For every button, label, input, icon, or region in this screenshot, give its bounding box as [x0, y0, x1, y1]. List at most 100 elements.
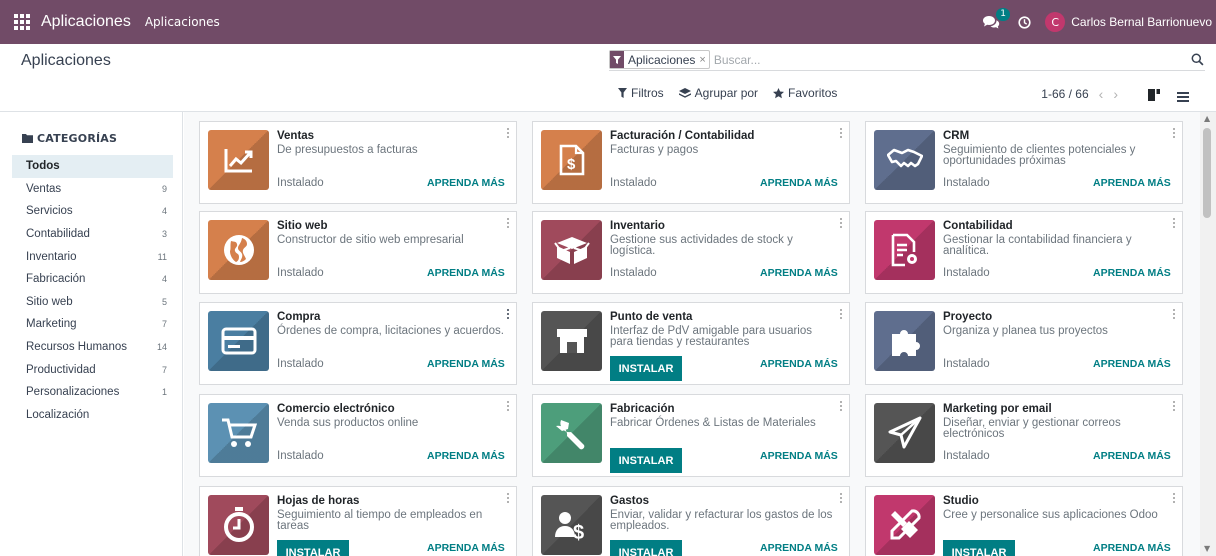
user-avatar[interactable]: C [1045, 12, 1066, 32]
app-card[interactable]: $ Gastos Enviar, validar y refacturar los … [532, 486, 850, 556]
category-item-11[interactable]: Localización [12, 404, 173, 427]
learn-more-link[interactable]: APRENDA MÁS [427, 542, 505, 554]
category-count: 11 [157, 251, 167, 262]
category-count: 1 [161, 387, 167, 398]
card-menu-icon[interactable] [507, 401, 510, 413]
category-item-3[interactable]: Contabilidad 3 [12, 223, 173, 246]
category-count: 7 [161, 364, 167, 375]
learn-more-link[interactable]: APRENDA MÁS [1093, 358, 1171, 370]
app-card[interactable]: Punto de venta Interfaz de PdV amigable p… [532, 302, 850, 385]
app-card[interactable]: Fabricación Fabricar Órdenes & Listas de … [532, 394, 850, 477]
card-menu-icon[interactable] [1173, 128, 1176, 140]
folder-icon [22, 134, 33, 143]
card-menu-icon[interactable] [1173, 401, 1176, 413]
learn-more-link[interactable]: APRENDA MÁS [427, 267, 505, 279]
category-item-7[interactable]: Marketing 7 [12, 313, 173, 336]
activity-clock-icon[interactable] [1018, 15, 1031, 29]
category-list: Todos Ventas 9 Servicios 4 Contabilidad 3 Inven… [12, 155, 173, 426]
nav-menu-aplicaciones[interactable]: Aplicaciones [145, 15, 220, 29]
app-card[interactable]: Comercio electrónico Venda sus productos … [199, 394, 517, 477]
category-item-9[interactable]: Productividad 7 [12, 358, 173, 381]
learn-more-link[interactable]: APRENDA MÁS [760, 358, 838, 370]
card-menu-icon[interactable] [1173, 309, 1176, 321]
card-menu-icon[interactable] [507, 493, 510, 505]
card-menu-icon[interactable] [1173, 218, 1176, 230]
pager-value[interactable]: 1-66 / 66 [1041, 87, 1088, 101]
pager-next-icon[interactable]: › [1113, 86, 1118, 102]
learn-more-link[interactable]: APRENDA MÁS [427, 450, 505, 462]
app-card[interactable]: Hojas de horas Seguimiento al tiempo de e… [199, 486, 517, 556]
page-title: Aplicaciones [21, 52, 111, 69]
card-menu-icon[interactable] [507, 218, 510, 230]
app-description: Organiza y planea tus proyectos [943, 325, 1108, 337]
app-card[interactable]: Proyecto Organiza y planea tus proyectos I… [865, 302, 1183, 385]
category-item-0[interactable]: Todos [12, 155, 173, 178]
install-button[interactable]: INSTALAR [277, 540, 349, 556]
app-name: Gastos [610, 495, 649, 507]
category-item-10[interactable]: Personalizaciones 1 [12, 381, 173, 404]
filter-icon [618, 88, 627, 98]
filters-button[interactable]: Filtros [618, 86, 664, 100]
search-icon[interactable] [1191, 51, 1204, 70]
app-card[interactable]: $ Facturación / Contabilidad Facturas y pa… [532, 121, 850, 204]
app-card[interactable]: Contabilidad Gestionar la contabilidad fi… [865, 211, 1183, 294]
category-label: Inventario [26, 250, 77, 263]
scroll-down-icon[interactable]: ▼ [1204, 544, 1210, 553]
learn-more-link[interactable]: APRENDA MÁS [1093, 542, 1171, 554]
card-menu-icon[interactable] [840, 401, 843, 413]
install-button[interactable]: INSTALAR [610, 540, 682, 556]
category-count: 14 [156, 342, 167, 353]
learn-more-link[interactable]: APRENDA MÁS [1093, 267, 1171, 279]
learn-more-link[interactable]: APRENDA MÁS [760, 542, 838, 554]
scroll-up-icon[interactable]: ▲ [1204, 114, 1210, 123]
facet-remove-icon[interactable]: × [699, 54, 708, 66]
app-card[interactable]: Compra Órdenes de compra, licitaciones y … [199, 302, 517, 385]
app-card[interactable]: Ventas De presupuestos a facturas Instalad… [199, 121, 517, 204]
messaging-button[interactable]: 1 [982, 8, 1010, 29]
favorites-button[interactable]: Favoritos [773, 86, 837, 100]
vertical-scrollbar[interactable]: ▲ ▼ [1200, 112, 1216, 556]
group-by-button[interactable]: Agrupar por [678, 86, 758, 100]
current-app-title[interactable]: Aplicaciones [41, 13, 131, 31]
card-menu-icon[interactable] [840, 218, 843, 230]
learn-more-link[interactable]: APRENDA MÁS [760, 450, 838, 462]
installed-status: Instalado [943, 358, 990, 370]
learn-more-link[interactable]: APRENDA MÁS [1093, 177, 1171, 189]
search-input[interactable] [713, 52, 1194, 67]
card-menu-icon[interactable] [840, 309, 843, 321]
install-button[interactable]: INSTALAR [610, 448, 682, 473]
category-item-2[interactable]: Servicios 4 [12, 200, 173, 223]
category-item-6[interactable]: Sitio web 5 [12, 291, 173, 314]
kanban-view-icon[interactable] [1148, 86, 1160, 105]
app-card[interactable]: CRM Seguimiento de clientes potenciales y… [865, 121, 1183, 204]
learn-more-link[interactable]: APRENDA MÁS [427, 358, 505, 370]
category-item-4[interactable]: Inventario 11 [12, 245, 173, 268]
category-item-1[interactable]: Ventas 9 [12, 178, 173, 201]
apps-menu-icon[interactable] [14, 14, 30, 30]
category-count: 5 [161, 296, 167, 307]
user-name[interactable]: Carlos Bernal Barrionuevo [1071, 15, 1212, 29]
card-menu-icon[interactable] [1173, 493, 1176, 505]
control-panel: Aplicaciones Aplicaciones × Filtros Agru… [0, 44, 1216, 112]
category-item-5[interactable]: Fabricación 4 [12, 268, 173, 291]
app-name: Studio [943, 495, 979, 507]
card-menu-icon[interactable] [840, 493, 843, 505]
card-menu-icon[interactable] [840, 128, 843, 140]
scrollbar-thumb[interactable] [1203, 128, 1211, 218]
app-card[interactable]: Studio Cree y personalice sus aplicacione… [865, 486, 1183, 556]
app-card[interactable]: Marketing por email Diseñar, enviar y ges… [865, 394, 1183, 477]
learn-more-link[interactable]: APRENDA MÁS [760, 177, 838, 189]
card-menu-icon[interactable] [507, 309, 510, 321]
pager-previous-icon[interactable]: ‹ [1099, 86, 1104, 102]
learn-more-link[interactable]: APRENDA MÁS [427, 177, 505, 189]
learn-more-link[interactable]: APRENDA MÁS [1093, 450, 1171, 462]
category-label: Marketing [26, 318, 77, 331]
install-button[interactable]: INSTALAR [610, 356, 682, 381]
learn-more-link[interactable]: APRENDA MÁS [760, 267, 838, 279]
install-button[interactable]: INSTALAR [943, 540, 1015, 556]
app-card[interactable]: Sitio web Constructor de sitio web empres… [199, 211, 517, 294]
category-item-8[interactable]: Recursos Humanos 14 [12, 336, 173, 359]
list-view-icon[interactable] [1177, 87, 1189, 106]
card-menu-icon[interactable] [507, 128, 510, 140]
app-card[interactable]: Inventario Gestione sus actividades de st… [532, 211, 850, 294]
